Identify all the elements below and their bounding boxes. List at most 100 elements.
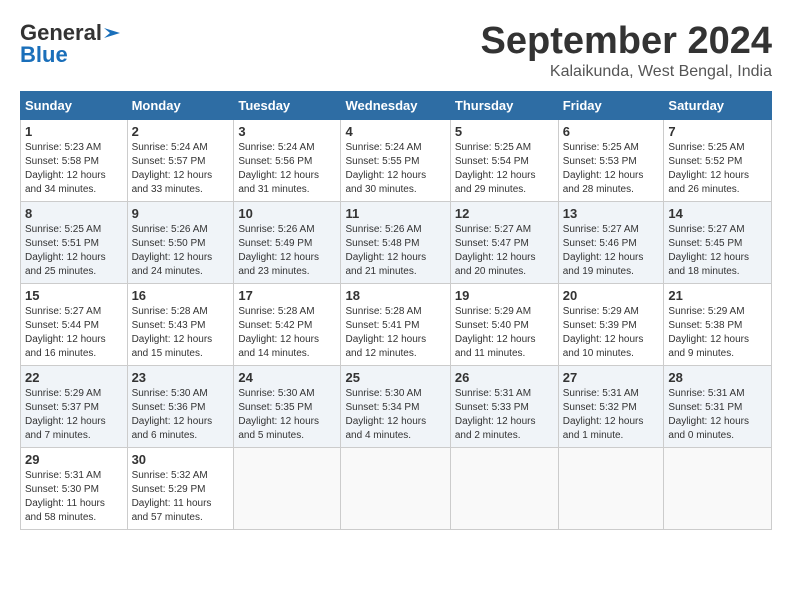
day-info: Sunrise: 5:24 AM Sunset: 5:57 PM Dayligh… [132,141,230,197]
day-cell: 26 Sunrise: 5:31 AM Sunset: 5:33 PM Dayli… [450,366,558,448]
day-info: Sunrise: 5:23 AM Sunset: 5:58 PM Dayligh… [25,141,123,197]
day-cell: 5 Sunrise: 5:25 AM Sunset: 5:54 PM Daylig… [450,120,558,202]
day-info: Sunrise: 5:31 AM Sunset: 5:33 PM Dayligh… [455,387,554,443]
day-number: 2 [132,124,230,139]
day-cell: 3 Sunrise: 5:24 AM Sunset: 5:56 PM Daylig… [234,120,341,202]
day-number: 29 [25,452,123,467]
day-cell: 13 Sunrise: 5:27 AM Sunset: 5:46 PM Dayli… [558,202,664,284]
day-number: 12 [455,206,554,221]
day-number: 18 [345,288,445,303]
day-cell: 18 Sunrise: 5:28 AM Sunset: 5:41 PM Dayli… [341,284,450,366]
day-number: 20 [563,288,660,303]
logo: General Blue [20,20,124,68]
day-info: Sunrise: 5:30 AM Sunset: 5:36 PM Dayligh… [132,387,230,443]
day-number: 24 [238,370,336,385]
week-row-3: 15 Sunrise: 5:27 AM Sunset: 5:44 PM Dayli… [21,284,772,366]
day-cell: 9 Sunrise: 5:26 AM Sunset: 5:50 PM Daylig… [127,202,234,284]
location-subtitle: Kalaikunda, West Bengal, India [481,63,773,81]
day-number: 19 [455,288,554,303]
day-number: 14 [668,206,767,221]
day-cell: 8 Sunrise: 5:25 AM Sunset: 5:51 PM Daylig… [21,202,128,284]
calendar-table: SundayMondayTuesdayWednesdayThursdayFrid… [20,91,772,530]
day-cell: 2 Sunrise: 5:24 AM Sunset: 5:57 PM Daylig… [127,120,234,202]
day-number: 10 [238,206,336,221]
day-info: Sunrise: 5:27 AM Sunset: 5:44 PM Dayligh… [25,305,123,361]
day-info: Sunrise: 5:26 AM Sunset: 5:50 PM Dayligh… [132,223,230,279]
day-cell: 15 Sunrise: 5:27 AM Sunset: 5:44 PM Dayli… [21,284,128,366]
day-info: Sunrise: 5:27 AM Sunset: 5:46 PM Dayligh… [563,223,660,279]
day-cell: 12Sunrise: 5:27 AM Sunset: 5:47 PM Dayli… [450,202,558,284]
day-cell [234,448,341,530]
day-number: 1 [25,124,123,139]
day-number: 8 [25,206,123,221]
day-info: Sunrise: 5:29 AM Sunset: 5:38 PM Dayligh… [668,305,767,361]
day-info: Sunrise: 5:25 AM Sunset: 5:52 PM Dayligh… [668,141,767,197]
day-cell: 23 Sunrise: 5:30 AM Sunset: 5:36 PM Dayli… [127,366,234,448]
day-info: Sunrise: 5:31 AM Sunset: 5:32 PM Dayligh… [563,387,660,443]
day-info: Sunrise: 5:32 AM Sunset: 5:29 PM Dayligh… [132,469,230,525]
title-area: September 2024 Kalaikunda, West Bengal, … [481,20,773,81]
day-cell: 22Sunrise: 5:29 AM Sunset: 5:37 PM Dayli… [21,366,128,448]
day-info: Sunrise: 5:24 AM Sunset: 5:56 PM Dayligh… [238,141,336,197]
header-friday: Friday [558,92,664,120]
page-header: General Blue September 2024 Kalaikunda, … [20,20,772,81]
day-info: Sunrise: 5:25 AM Sunset: 5:51 PM Dayligh… [25,223,123,279]
day-cell: 6 Sunrise: 5:25 AM Sunset: 5:53 PM Daylig… [558,120,664,202]
day-info: Sunrise: 5:31 AM Sunset: 5:30 PM Dayligh… [25,469,123,525]
day-cell: 20 Sunrise: 5:29 AM Sunset: 5:39 PM Dayli… [558,284,664,366]
day-cell: 16Sunrise: 5:28 AM Sunset: 5:43 PM Dayli… [127,284,234,366]
logo-arrow-icon [102,24,124,42]
day-number: 27 [563,370,660,385]
day-number: 16 [132,288,230,303]
day-number: 30 [132,452,230,467]
day-info: Sunrise: 5:30 AM Sunset: 5:34 PM Dayligh… [345,387,445,443]
day-cell: 17 Sunrise: 5:28 AM Sunset: 5:42 PM Dayli… [234,284,341,366]
day-info: Sunrise: 5:30 AM Sunset: 5:35 PM Dayligh… [238,387,336,443]
header-monday: Monday [127,92,234,120]
day-info: Sunrise: 5:29 AM Sunset: 5:37 PM Dayligh… [25,387,123,443]
week-row-2: 8 Sunrise: 5:25 AM Sunset: 5:51 PM Daylig… [21,202,772,284]
day-number: 15 [25,288,123,303]
day-cell: 10Sunrise: 5:26 AM Sunset: 5:49 PM Dayli… [234,202,341,284]
day-number: 28 [668,370,767,385]
header-saturday: Saturday [664,92,772,120]
day-number: 26 [455,370,554,385]
day-number: 4 [345,124,445,139]
day-info: Sunrise: 5:28 AM Sunset: 5:41 PM Dayligh… [345,305,445,361]
day-number: 25 [345,370,445,385]
day-cell [558,448,664,530]
day-info: Sunrise: 5:25 AM Sunset: 5:53 PM Dayligh… [563,141,660,197]
day-info: Sunrise: 5:25 AM Sunset: 5:54 PM Dayligh… [455,141,554,197]
day-number: 9 [132,206,230,221]
week-row-1: 1 Sunrise: 5:23 AM Sunset: 5:58 PM Daylig… [21,120,772,202]
header-tuesday: Tuesday [234,92,341,120]
day-info: Sunrise: 5:24 AM Sunset: 5:55 PM Dayligh… [345,141,445,197]
day-cell: 14 Sunrise: 5:27 AM Sunset: 5:45 PM Dayli… [664,202,772,284]
day-number: 5 [455,124,554,139]
day-info: Sunrise: 5:29 AM Sunset: 5:39 PM Dayligh… [563,305,660,361]
day-info: Sunrise: 5:29 AM Sunset: 5:40 PM Dayligh… [455,305,554,361]
day-cell: 1 Sunrise: 5:23 AM Sunset: 5:58 PM Daylig… [21,120,128,202]
day-info: Sunrise: 5:28 AM Sunset: 5:42 PM Dayligh… [238,305,336,361]
day-cell: 24 Sunrise: 5:30 AM Sunset: 5:35 PM Dayli… [234,366,341,448]
day-cell [664,448,772,530]
day-number: 21 [668,288,767,303]
day-info: Sunrise: 5:31 AM Sunset: 5:31 PM Dayligh… [668,387,767,443]
logo-blue: Blue [20,42,68,68]
day-number: 23 [132,370,230,385]
day-number: 3 [238,124,336,139]
day-cell: 27 Sunrise: 5:31 AM Sunset: 5:32 PM Dayli… [558,366,664,448]
day-cell: 7Sunrise: 5:25 AM Sunset: 5:52 PM Daylig… [664,120,772,202]
day-cell: 19 Sunrise: 5:29 AM Sunset: 5:40 PM Dayli… [450,284,558,366]
header-thursday: Thursday [450,92,558,120]
day-number: 17 [238,288,336,303]
day-number: 6 [563,124,660,139]
week-row-4: 22Sunrise: 5:29 AM Sunset: 5:37 PM Dayli… [21,366,772,448]
day-cell: 21 Sunrise: 5:29 AM Sunset: 5:38 PM Dayli… [664,284,772,366]
day-number: 13 [563,206,660,221]
day-cell: 4 Sunrise: 5:24 AM Sunset: 5:55 PM Daylig… [341,120,450,202]
day-number: 11 [345,206,445,221]
day-cell: 25 Sunrise: 5:30 AM Sunset: 5:34 PM Dayli… [341,366,450,448]
day-info: Sunrise: 5:27 AM Sunset: 5:45 PM Dayligh… [668,223,767,279]
header-wednesday: Wednesday [341,92,450,120]
